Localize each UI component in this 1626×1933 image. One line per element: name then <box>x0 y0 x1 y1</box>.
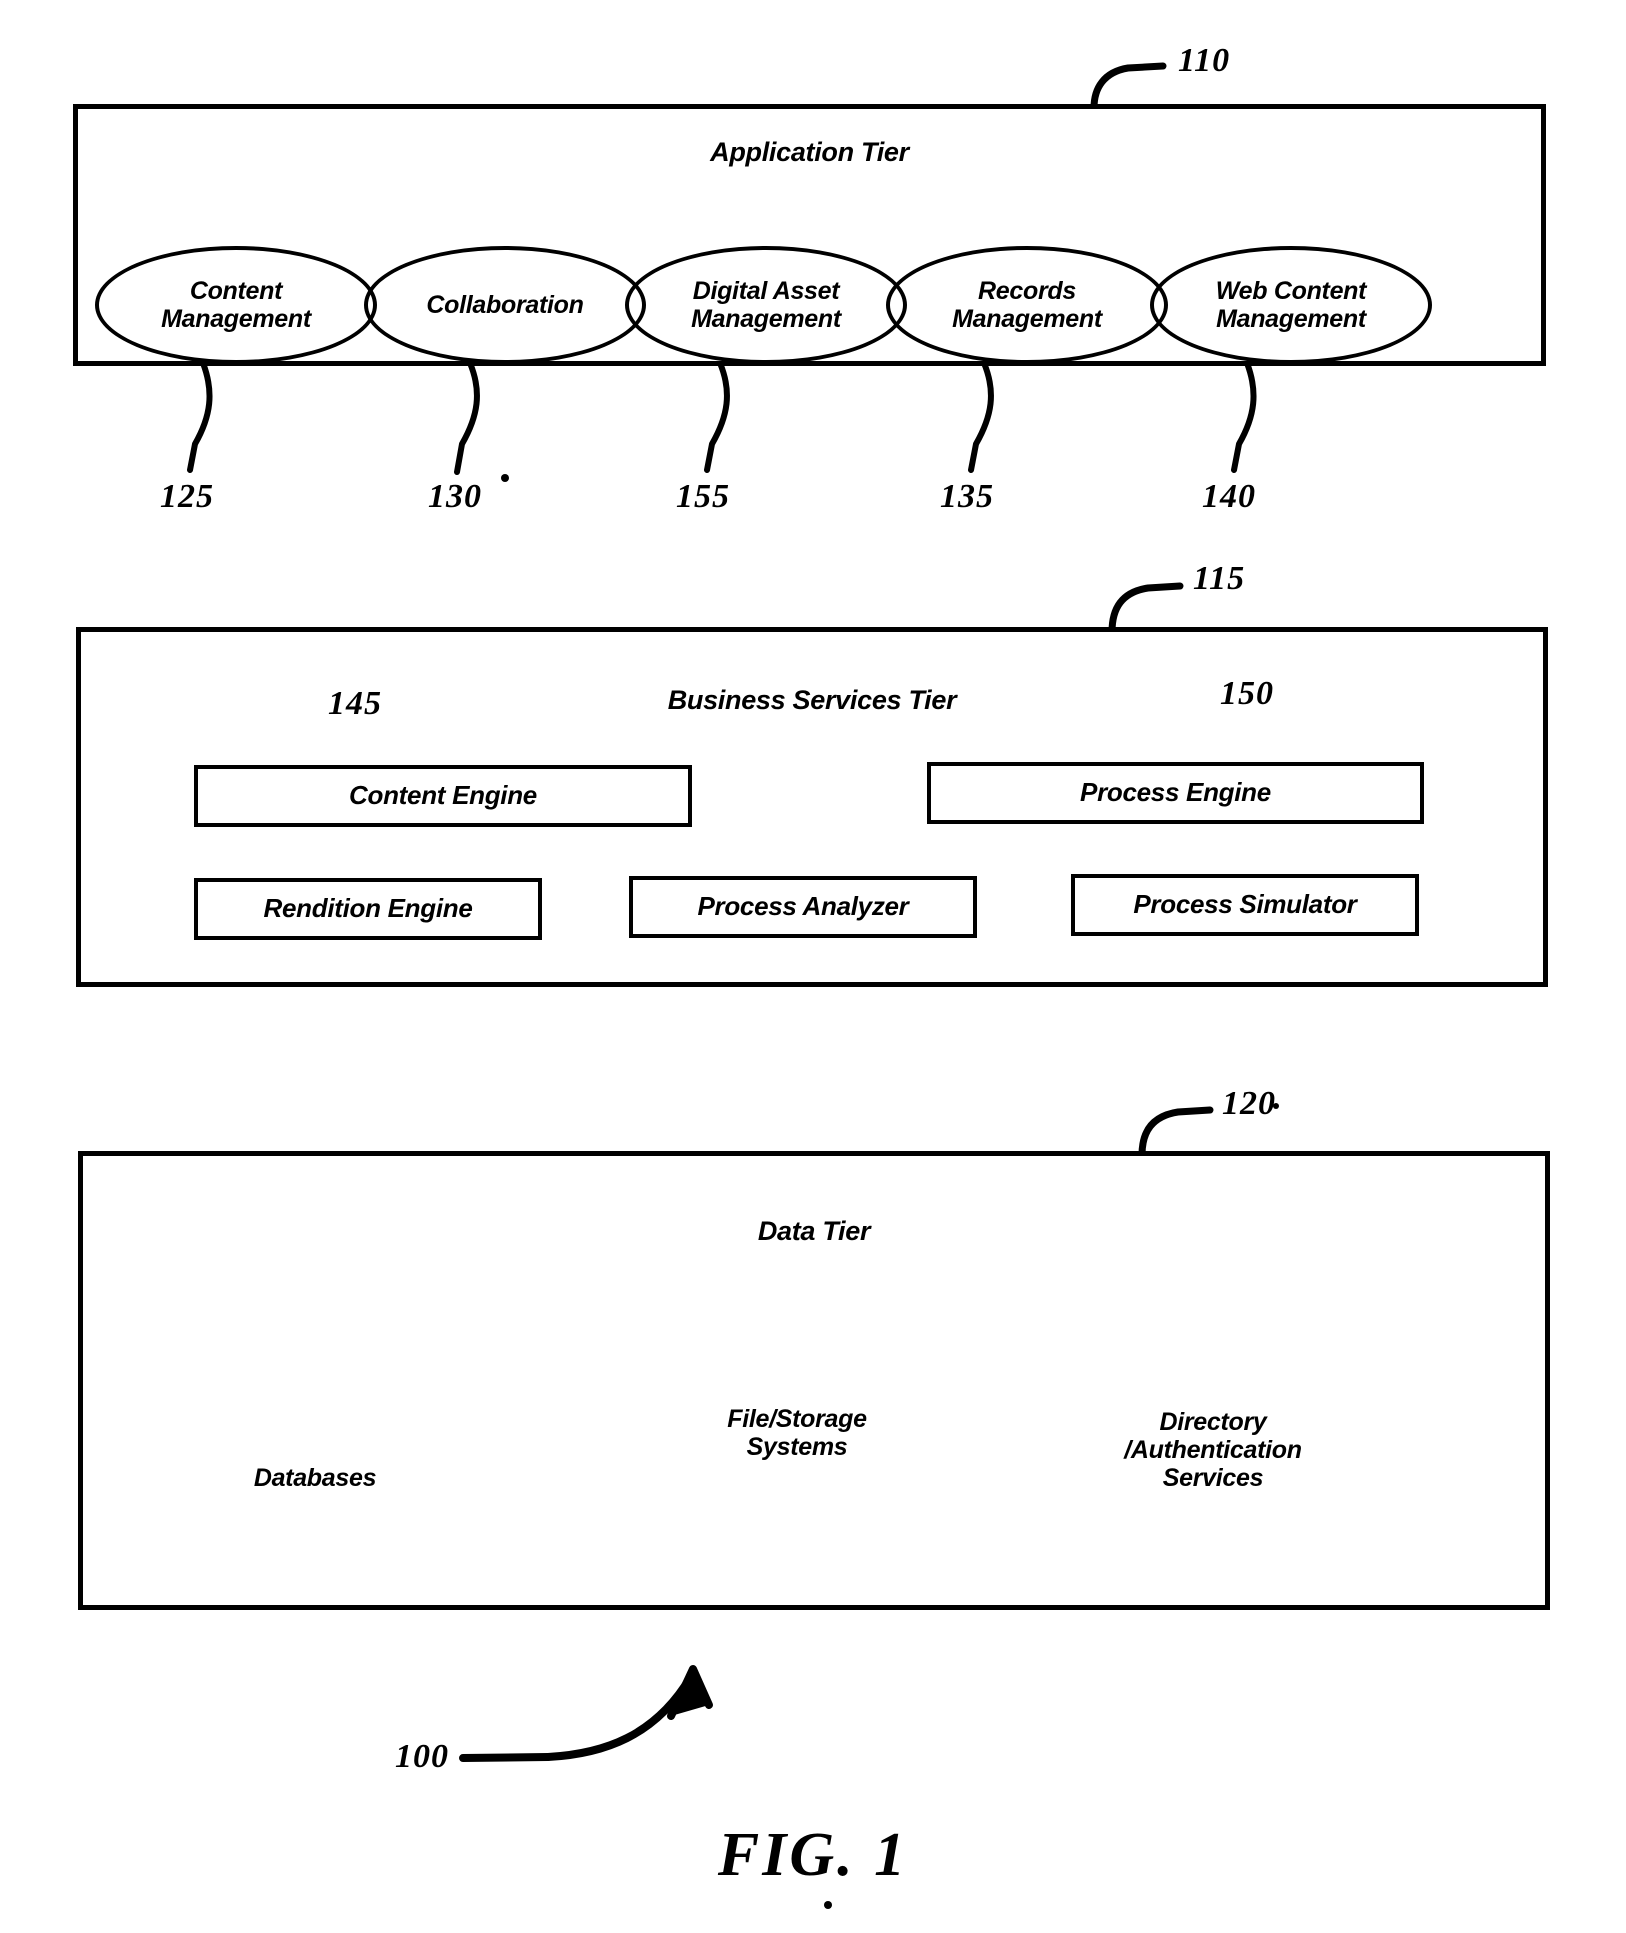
node-collaboration-label: Collaboration <box>426 291 584 319</box>
node-rendition-engine-label: Rendition Engine <box>263 893 473 924</box>
node-directory-authentication-services-label: Directory /Authentication Services <box>1124 1408 1302 1492</box>
node-content-engine-label: Content Engine <box>349 780 537 811</box>
ref-number-100: 100 <box>395 1738 449 1775</box>
node-process-simulator[interactable]: Process Simulator <box>1071 874 1419 936</box>
ref-number-140: 140 <box>1202 478 1256 515</box>
node-process-analyzer-label: Process Analyzer <box>697 891 909 922</box>
node-content-management-label: Content Management <box>161 277 311 333</box>
node-digital-asset-management-label: Digital Asset Management <box>691 277 841 333</box>
node-web-content-management[interactable]: Web Content Management <box>1150 246 1432 364</box>
node-file-storage-systems-label: File/Storage Systems <box>727 1405 867 1461</box>
node-databases-label: Databases <box>253 1464 377 1492</box>
node-directory-authentication-services[interactable]: Directory /Authentication Services <box>1063 1408 1363 1534</box>
ref-number-120: 120 <box>1222 1085 1276 1122</box>
system-ref-arrow-100 <box>459 1665 713 1762</box>
node-content-engine[interactable]: Content Engine <box>194 765 692 827</box>
ref-number-115: 115 <box>1193 560 1246 597</box>
data-tier-box: Data Tier <box>78 1151 1550 1610</box>
business-services-tier-title: Business Services Tier <box>667 685 957 715</box>
node-process-simulator-label: Process Simulator <box>1133 889 1357 920</box>
node-rendition-engine[interactable]: Rendition Engine <box>194 878 542 940</box>
data-tier-title: Data Tier <box>757 1216 871 1246</box>
application-tier-title: Application Tier <box>710 137 909 167</box>
node-content-management[interactable]: Content Management <box>95 246 377 364</box>
scan-ink-specks <box>314 167 1545 1909</box>
node-digital-asset-management[interactable]: Digital Asset Management <box>625 246 907 364</box>
ref-number-130: 130 <box>428 478 482 515</box>
node-process-engine-label: Process Engine <box>1080 777 1271 808</box>
leader-line-115 <box>1108 582 1184 636</box>
figure-caption: FIG. 1 <box>717 1821 909 1889</box>
node-records-management-label: Records Management <box>952 277 1102 333</box>
node-web-content-management-label: Web Content Management <box>1215 277 1367 333</box>
node-process-engine[interactable]: Process Engine <box>927 762 1424 824</box>
node-process-analyzer[interactable]: Process Analyzer <box>629 876 977 938</box>
patent-figure-page: Application Tier Content Management Coll… <box>0 0 1626 1933</box>
ref-number-110: 110 <box>1178 42 1231 79</box>
ref-number-155: 155 <box>676 478 730 515</box>
ellipse-leader-lines <box>187 360 1257 475</box>
ref-number-125: 125 <box>160 478 214 515</box>
ref-number-150: 150 <box>1220 675 1274 712</box>
node-file-storage-systems[interactable]: File/Storage Systems <box>698 1405 896 1485</box>
node-records-management[interactable]: Records Management <box>886 246 1168 364</box>
leader-line-120 <box>1138 1106 1214 1159</box>
node-databases[interactable]: Databases <box>234 1460 396 1506</box>
node-collaboration[interactable]: Collaboration <box>364 246 646 364</box>
ref-number-145: 145 <box>328 685 382 722</box>
leader-line-110 <box>1090 62 1167 112</box>
ref-number-135: 135 <box>940 478 994 515</box>
